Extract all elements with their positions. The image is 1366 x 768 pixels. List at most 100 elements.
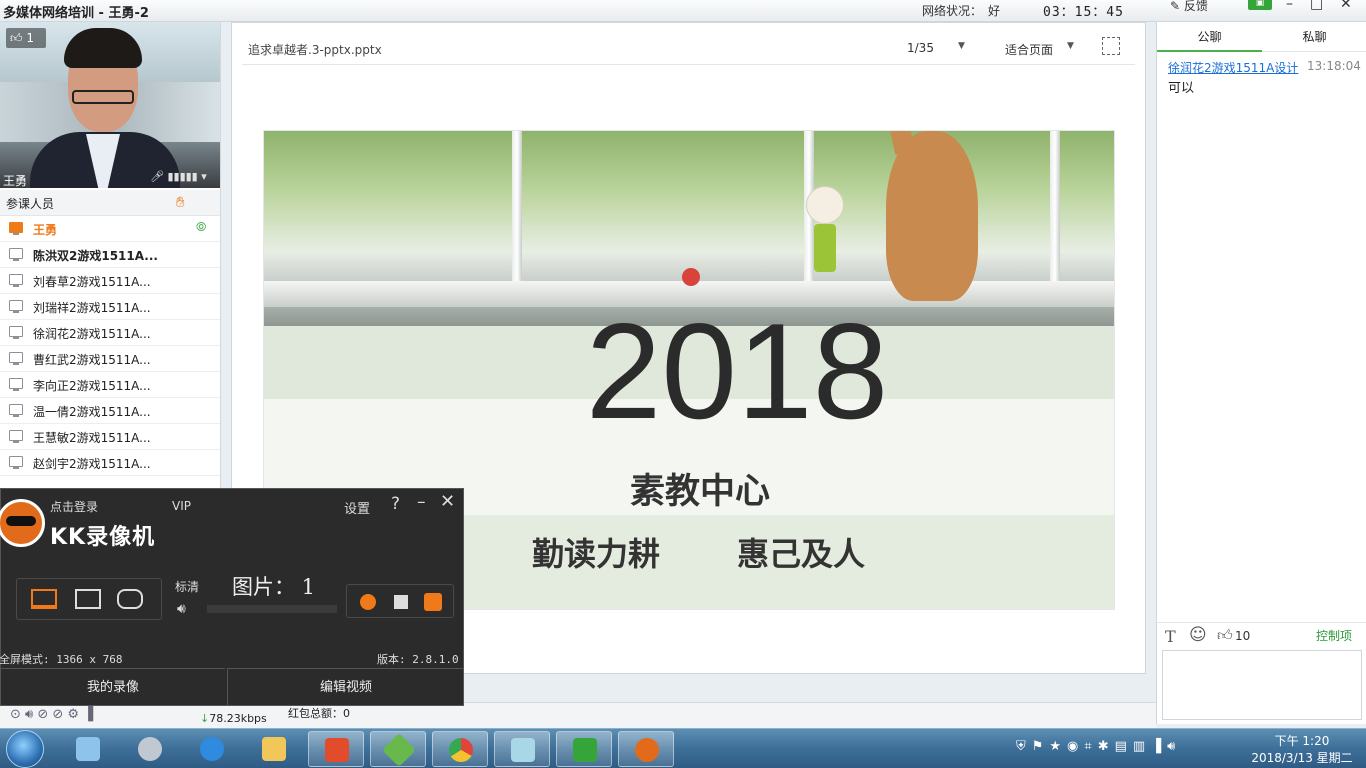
fullscreen-icon[interactable] [1102,37,1120,55]
participant-name: 温一倩2游戏1511A... [33,405,151,419]
document-filename: 追求卓越者.3-pptx.pptx [248,43,382,57]
participants-title: 参课人员 [6,197,55,211]
kk-fullscreen-mode: 全屏模式: 1366 x 768 [0,653,123,666]
participant-name: 王勇 [33,223,58,237]
session-clock: 03：15：45 [1043,5,1124,20]
participant-row[interactable]: 刘春草2游戏1511A... [0,268,220,294]
raise-hand-icon[interactable]: ✋︎ [176,193,185,211]
taskbar-greenshot-icon[interactable] [556,731,612,767]
monitor-icon [9,456,23,469]
feedback-button[interactable]: ✎ 反馈 [1170,0,1208,14]
emoji-icon[interactable]: ☺ [1189,625,1207,645]
share-icon[interactable]: ▣ [1248,0,1272,10]
kk-settings-button[interactable]: 设置 [344,498,370,517]
network-value: 好 [988,4,1001,18]
page-selector[interactable]: 1/35 [907,41,934,55]
participant-row[interactable]: 李向正2游戏1511A... [0,372,220,398]
volume-icon[interactable]: 🔊︎ [177,601,186,617]
taskbar-date[interactable]: 2018/3/13 星期二 [1244,749,1360,766]
taskbar-webcam-icon[interactable] [122,731,178,767]
kk-vip-badge[interactable]: VIP [172,499,191,513]
kk-record-controls [346,584,454,618]
toy-figure [800,186,850,276]
message-time: 13:18:04 [1307,59,1361,73]
tab-public-chat[interactable]: 公聊 [1157,22,1262,52]
kk-version: 版本: 2.8.1.0 [377,653,459,666]
participants-header: 参课人员 ✋︎ [0,190,220,216]
monitor-icon [9,378,23,391]
kk-quality[interactable]: 标清 [175,578,199,595]
taskbar-file-explorer-icon[interactable] [246,731,302,767]
participant-name: 刘瑞祥2游戏1511A... [33,301,151,315]
screenshot-icon[interactable] [424,593,442,611]
feedback-icon: ✎ [1170,0,1181,13]
monitor-icon [9,300,23,313]
app-title: 多媒体网络培训 - 王勇-2 [3,6,149,21]
chevron-down-icon[interactable]: ▼ [1067,41,1074,51]
message-text: 可以 [1168,81,1195,96]
close-button[interactable]: ✕ [1340,0,1352,12]
taskbar-sogou-icon[interactable] [184,731,240,767]
kk-login-link[interactable]: 点击登录 [50,498,98,515]
zoom-selector[interactable]: 适合页面 [1005,41,1053,58]
region-mode-icon[interactable] [75,589,101,609]
participant-row[interactable]: 王勇 ⦾ [0,216,220,242]
participant-row[interactable]: 曹红武2游戏1511A... [0,346,220,372]
chat-input[interactable] [1162,650,1362,720]
kk-mode-group [16,578,162,620]
edit-video-button[interactable]: 编辑视频 [227,668,464,706]
participant-row[interactable]: 王慧敏2游戏1511A... [0,424,220,450]
participant-name: 赵剑宇2游戏1511A... [33,457,151,471]
taskbar-html-editor-icon[interactable] [308,731,364,767]
fullscreen-mode-icon[interactable] [31,589,57,609]
record-icon[interactable] [360,594,376,610]
tab-private-chat[interactable]: 私聊 [1262,22,1366,52]
participant-row[interactable]: 陈洪双2游戏1511A... [0,242,220,268]
chat-panel: 公聊 私聊 徐润花2游戏1511A设计 13:18:04 可以 T ☺ 👍︎ 1… [1156,22,1366,724]
start-button[interactable] [6,730,44,768]
system-tray-icons[interactable]: ⛨⚑★◉⌗✱▤▥▐🔊︎ [1016,739,1232,759]
participant-name: 刘春草2游戏1511A... [33,275,151,289]
game-mode-icon[interactable] [117,589,143,609]
taskbar-chrome-icon[interactable] [432,731,488,767]
volume-bar[interactable] [207,605,337,613]
bitrate: 78.23kbps [200,712,267,725]
participant-row[interactable]: 刘瑞祥2游戏1511A... [0,294,220,320]
maximize-button[interactable]: □ [1310,0,1323,12]
participant-name: 王慧敏2游戏1511A... [33,431,151,445]
network-status: 网络状况： 好 [922,2,1000,19]
thumbs-up-icon[interactable]: 👍︎ [1217,626,1233,645]
taskbar-control-panel-icon[interactable] [60,731,116,767]
kk-recorder-window: 点击登录 VIP KK录像机 设置 ? – ✕ 标清 🔊︎ 图片： 1 全屏模式… [0,488,464,706]
minimize-icon[interactable]: – [417,492,426,512]
participant-name: 李向正2游戏1511A... [33,379,151,393]
red-packet-total: 红包总额：0 [288,707,350,720]
minimize-button[interactable]: – [1286,0,1293,12]
kk-logo [0,499,45,547]
participant-name: 陈洪双2游戏1511A... [33,249,158,263]
message-sender[interactable]: 徐润花2游戏1511A设计 [1168,59,1298,76]
status-icons[interactable]: ⊙ 🔊︎ ⊘ ⊘ ⚙ ▐ [10,707,93,722]
close-icon[interactable]: ✕ [440,491,455,512]
mic-level-icon[interactable]: 🎤︎ ▮▮▮▮▮ ▾ [150,170,207,183]
participant-row[interactable]: 赵剑宇2游戏1511A... [0,450,220,476]
participant-row[interactable]: 徐润花2游戏1511A... [0,320,220,346]
like-button[interactable]: 👍︎ 1 [6,28,46,48]
taskbar-notes-icon[interactable] [494,731,550,767]
stop-icon[interactable] [394,595,408,609]
help-icon[interactable]: ? [391,494,400,514]
chevron-down-icon[interactable]: ▼ [958,41,965,51]
feedback-label: 反馈 [1183,0,1208,13]
taskbar-kk-recorder-icon[interactable] [618,731,674,767]
text-format-icon[interactable]: T [1165,627,1176,646]
monitor-icon [9,352,23,365]
taskbar-draw-app-icon[interactable] [370,731,426,767]
presenter-name: 王勇 [3,174,28,188]
cat [886,131,978,301]
my-recordings-button[interactable]: 我的录像 [1,668,225,706]
slide-year: 2018 [585,295,889,447]
control-options-link[interactable]: 控制项 [1316,627,1352,644]
taskbar-time[interactable]: 下午 1:20 [1244,732,1360,749]
participant-row[interactable]: 温一倩2游戏1511A... [0,398,220,424]
monitor-icon [9,430,23,443]
